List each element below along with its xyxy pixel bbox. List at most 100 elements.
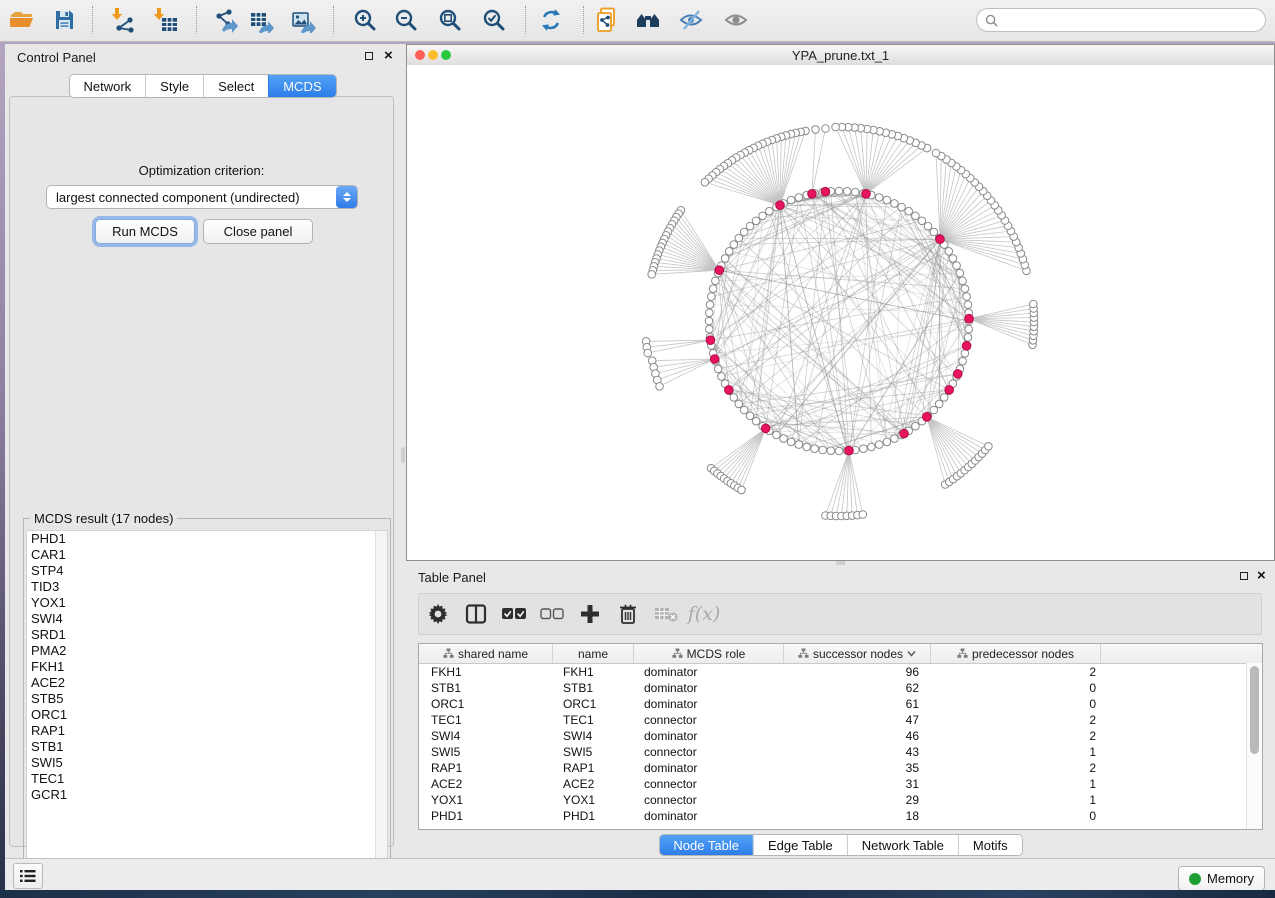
mcds-node-item[interactable]: RAP1 (27, 723, 387, 739)
search-input[interactable] (1003, 12, 1265, 29)
mcds-node-item[interactable]: CAR1 (27, 547, 387, 563)
close-panel-icon[interactable]: × (1257, 571, 1266, 581)
tab-edge-table[interactable]: Edge Table (753, 835, 847, 855)
cell-MCDS-role[interactable]: dominator (634, 729, 784, 743)
split-columns-icon[interactable] (457, 599, 495, 629)
cell-shared-name[interactable]: SWI4 (419, 729, 553, 743)
tab-network-table[interactable]: Network Table (847, 835, 958, 855)
cell-successor-nodes[interactable]: 47 (784, 713, 931, 727)
mcds-node-item[interactable]: FKH1 (27, 659, 387, 675)
cell-predecessor-nodes[interactable]: 1 (931, 745, 1101, 759)
cell-predecessor-nodes[interactable]: 0 (931, 809, 1101, 823)
cell-name[interactable]: TEC1 (553, 713, 634, 727)
cell-predecessor-nodes[interactable]: 1 (931, 777, 1101, 791)
cell-MCDS-role[interactable]: connector (634, 793, 784, 807)
show-all-icon[interactable] (721, 5, 753, 35)
close-panel-button[interactable]: Close panel (203, 219, 313, 244)
mcds-node-item[interactable]: STB1 (27, 739, 387, 755)
cell-shared-name[interactable]: ACE2 (419, 777, 553, 791)
zoom-out-icon[interactable] (390, 5, 422, 35)
table-row[interactable]: STB1STB1dominator620 (419, 680, 1262, 696)
cell-predecessor-nodes[interactable]: 1 (931, 793, 1101, 807)
cell-successor-nodes[interactable]: 18 (784, 809, 931, 823)
cell-name[interactable]: STB1 (553, 681, 634, 695)
table-row[interactable]: ACE2ACE2connector311 (419, 776, 1262, 792)
mcds-node-item[interactable]: ACE2 (27, 675, 387, 691)
float-panel-icon[interactable] (1240, 572, 1248, 580)
search-box[interactable] (976, 8, 1266, 32)
cell-MCDS-role[interactable]: connector (634, 713, 784, 727)
cell-shared-name[interactable]: SWI5 (419, 745, 553, 759)
table-row[interactable]: SWI4SWI4dominator462 (419, 728, 1262, 744)
mcds-node-item[interactable]: PMA2 (27, 643, 387, 659)
export-network-icon[interactable] (210, 5, 242, 35)
gear-icon[interactable] (419, 599, 457, 629)
cell-shared-name[interactable]: RAP1 (419, 761, 553, 775)
cell-shared-name[interactable]: FKH1 (419, 665, 553, 679)
zoom-in-icon[interactable] (349, 5, 381, 35)
mcds-node-item[interactable]: TID3 (27, 579, 387, 595)
cell-name[interactable]: PHD1 (553, 809, 634, 823)
table-row[interactable]: FKH1FKH1dominator962 (419, 664, 1262, 680)
cell-MCDS-role[interactable]: connector (634, 777, 784, 791)
tab-mcds[interactable]: MCDS (268, 75, 335, 97)
cell-shared-name[interactable]: YOX1 (419, 793, 553, 807)
cell-MCDS-role[interactable]: dominator (634, 681, 784, 695)
cell-predecessor-nodes[interactable]: 2 (931, 665, 1101, 679)
column-header-shared-name[interactable]: shared name (419, 644, 553, 663)
cell-successor-nodes[interactable]: 35 (784, 761, 931, 775)
cell-MCDS-role[interactable]: dominator (634, 665, 784, 679)
cell-MCDS-role[interactable]: dominator (634, 761, 784, 775)
cell-shared-name[interactable]: PHD1 (419, 809, 553, 823)
cell-name[interactable]: SWI4 (553, 729, 634, 743)
cell-successor-nodes[interactable]: 46 (784, 729, 931, 743)
table-row[interactable]: PHD1PHD1dominator180 (419, 808, 1262, 824)
memory-button[interactable]: Memory (1178, 866, 1265, 891)
column-header-MCDS-role[interactable]: MCDS role (634, 644, 784, 663)
column-header-predecessor-nodes[interactable]: predecessor nodes (931, 644, 1101, 663)
cell-name[interactable]: YOX1 (553, 793, 634, 807)
node-table[interactable]: shared namenameMCDS rolesuccessor nodesp… (418, 643, 1263, 830)
mcds-node-item[interactable]: STB5 (27, 691, 387, 707)
task-history-button[interactable] (13, 863, 43, 889)
select-all-check-icon[interactable] (495, 599, 533, 629)
table-row[interactable]: ORC1ORC1dominator610 (419, 696, 1262, 712)
table-scrollbar[interactable] (1246, 663, 1262, 829)
criterion-dropdown[interactable]: largest connected component (undirected) (46, 185, 358, 209)
network-from-selection-icon[interactable] (591, 5, 623, 35)
export-image-icon[interactable] (288, 5, 320, 35)
cell-shared-name[interactable]: ORC1 (419, 697, 553, 711)
column-header-successor-nodes[interactable]: successor nodes (784, 644, 931, 663)
network-canvas[interactable] (407, 65, 1274, 560)
table-row[interactable]: YOX1YOX1connector291 (419, 792, 1262, 808)
splitter-grip[interactable] (401, 447, 405, 463)
result-scrollbar[interactable] (375, 531, 387, 889)
cell-successor-nodes[interactable]: 96 (784, 665, 931, 679)
mcds-node-item[interactable]: STP4 (27, 563, 387, 579)
cell-predecessor-nodes[interactable]: 2 (931, 761, 1101, 775)
cell-shared-name[interactable]: TEC1 (419, 713, 553, 727)
cell-name[interactable]: ACE2 (553, 777, 634, 791)
hide-selected-icon[interactable] (676, 5, 708, 35)
deselect-all-check-icon[interactable] (533, 599, 571, 629)
cell-MCDS-role[interactable]: connector (634, 745, 784, 759)
import-network-icon[interactable] (108, 5, 140, 35)
cell-successor-nodes[interactable]: 62 (784, 681, 931, 695)
tab-style[interactable]: Style (145, 75, 203, 97)
tab-network[interactable]: Network (69, 75, 145, 97)
delete-column-icon[interactable] (609, 599, 647, 629)
tab-select[interactable]: Select (203, 75, 268, 97)
cell-name[interactable]: ORC1 (553, 697, 634, 711)
run-mcds-button[interactable]: Run MCDS (95, 219, 195, 244)
mcds-node-item[interactable]: SWI5 (27, 755, 387, 771)
table-row[interactable]: TEC1TEC1connector472 (419, 712, 1262, 728)
cell-predecessor-nodes[interactable]: 2 (931, 713, 1101, 727)
cell-name[interactable]: FKH1 (553, 665, 634, 679)
mcds-node-item[interactable]: ORC1 (27, 707, 387, 723)
mcds-node-item[interactable]: PHD1 (27, 531, 387, 547)
find-icon[interactable] (633, 5, 665, 35)
apply-layout-icon[interactable] (535, 5, 567, 35)
mcds-node-item[interactable]: TEC1 (27, 771, 387, 787)
cell-MCDS-role[interactable]: dominator (634, 809, 784, 823)
cell-successor-nodes[interactable]: 29 (784, 793, 931, 807)
